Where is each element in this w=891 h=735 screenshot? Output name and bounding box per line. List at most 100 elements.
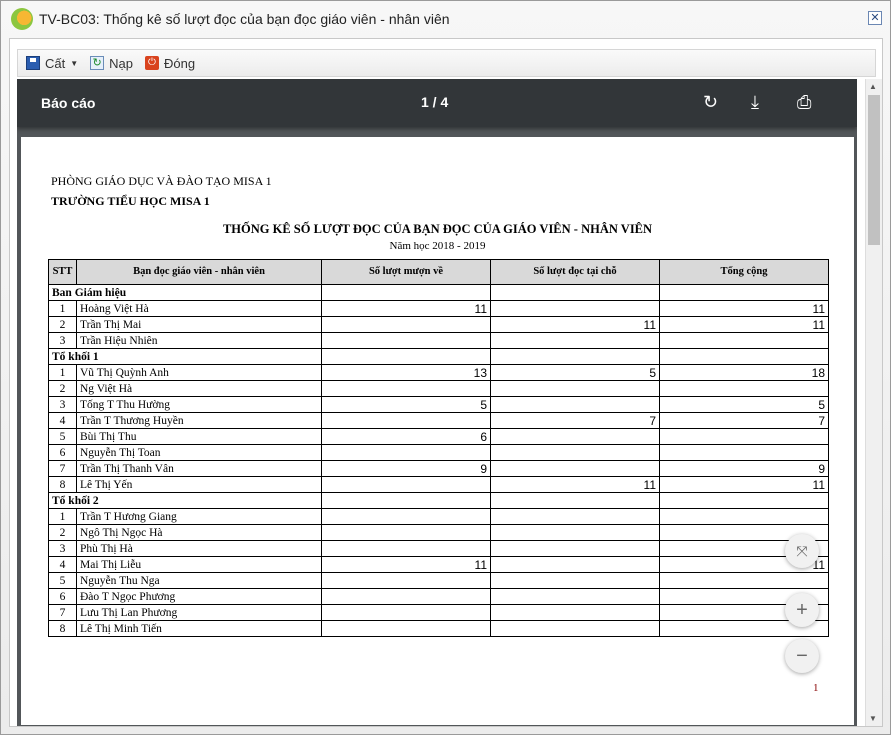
close-window-button[interactable]: ✕ bbox=[868, 11, 882, 25]
onsite-cell bbox=[490, 572, 660, 589]
stt-cell: 8 bbox=[48, 476, 77, 493]
reader-name-cell: Đào T Ngọc Phương bbox=[76, 588, 322, 605]
close-label: Đóng bbox=[164, 55, 196, 71]
fit-page-button[interactable]: ⤧ bbox=[785, 534, 819, 568]
stt-cell: 4 bbox=[48, 412, 77, 429]
scroll-down-icon[interactable]: ▼ bbox=[869, 714, 877, 723]
save-label: Cất bbox=[45, 55, 66, 71]
stt-cell: 5 bbox=[48, 428, 77, 445]
cell bbox=[321, 284, 491, 301]
total-cell: 5 bbox=[659, 396, 829, 413]
school-name: TRƯỜNG TIỂU HỌC MISA 1 bbox=[51, 194, 210, 208]
stt-cell: 6 bbox=[48, 588, 77, 605]
report-table: STT Bạn đọc giáo viên - nhân viên Số lượ… bbox=[48, 259, 829, 637]
borrowed-cell bbox=[321, 604, 491, 621]
stt-cell: 3 bbox=[48, 332, 77, 349]
stt-cell: 2 bbox=[48, 316, 77, 333]
borrowed-cell bbox=[321, 412, 491, 429]
scroll-thumb[interactable] bbox=[868, 95, 880, 245]
borrowed-cell: 11 bbox=[321, 300, 491, 317]
print-icon[interactable]: ⎙ bbox=[797, 92, 811, 113]
table-row: 2 Ng Việt Hà bbox=[48, 380, 829, 397]
vertical-scrollbar[interactable]: ▲ ▼ bbox=[865, 79, 882, 726]
reader-name-cell: Bùi Thị Thu bbox=[76, 428, 322, 445]
total-cell: 11 bbox=[659, 476, 829, 493]
group-name: Ban Giám hiệu bbox=[48, 284, 322, 301]
borrowed-cell: 11 bbox=[321, 556, 491, 573]
reload-label: Nạp bbox=[109, 55, 134, 71]
stt-cell: 3 bbox=[48, 396, 77, 413]
zoom-in-button[interactable]: + bbox=[785, 593, 819, 627]
onsite-cell bbox=[490, 620, 660, 637]
cell bbox=[490, 348, 660, 365]
report-title: THỐNG KÊ SỐ LƯỢT ĐỌC CỦA BẠN ĐỌC CỦA GIÁ… bbox=[222, 222, 653, 236]
table-row: 4 Mai Thị Liễu 11 11 bbox=[48, 556, 829, 573]
col-total: Tổng cộng bbox=[659, 259, 829, 285]
table-row: 2 Trần Thị Mai 11 11 bbox=[48, 316, 829, 333]
save-icon bbox=[26, 56, 40, 70]
group-name: Tổ khối 2 bbox=[48, 492, 322, 509]
table-row: 7 Lưu Thị Lan Phương bbox=[48, 604, 829, 621]
table-row: 8 Lê Thị Minh Tiến bbox=[48, 620, 829, 637]
onsite-cell bbox=[490, 508, 660, 525]
total-cell: 18 bbox=[659, 364, 829, 381]
reader-name-cell: Tống T Thu Hường bbox=[76, 396, 322, 413]
onsite-cell bbox=[490, 444, 660, 461]
total-cell bbox=[659, 508, 829, 525]
reader-name-cell: Trần T Thương Huyền bbox=[76, 412, 322, 429]
power-icon: ⏻ bbox=[145, 56, 160, 70]
reader-name-cell: Lê Thị Yến bbox=[76, 476, 322, 493]
cell bbox=[321, 492, 491, 509]
onsite-cell bbox=[490, 556, 660, 573]
table-row: 1 Trần T Hương Giang bbox=[48, 508, 829, 525]
stt-cell: 8 bbox=[48, 620, 77, 637]
reader-name-cell: Ngô Thị Ngọc Hà bbox=[76, 524, 322, 541]
borrowed-cell bbox=[321, 508, 491, 525]
table-row: 2 Ngô Thị Ngọc Hà bbox=[48, 524, 829, 541]
scroll-up-icon[interactable]: ▲ bbox=[869, 82, 877, 91]
viewer-header: Báo cáo 1 / 4 ↻ ⤓ ⎙ bbox=[17, 79, 857, 127]
reload-button[interactable]: ↻ Nạp bbox=[90, 56, 133, 71]
onsite-cell bbox=[490, 540, 660, 557]
rotate-icon[interactable]: ↻ bbox=[703, 92, 718, 113]
close-button[interactable]: ⏻ Đóng bbox=[145, 56, 195, 71]
page-number: 1 bbox=[813, 682, 819, 694]
zoom-out-button[interactable]: − bbox=[785, 639, 819, 673]
borrowed-cell bbox=[321, 380, 491, 397]
reader-name-cell: Trần Thị Thanh Vân bbox=[76, 460, 322, 477]
reader-name-cell: Trần Thị Mai bbox=[76, 316, 322, 333]
onsite-cell bbox=[490, 380, 660, 397]
report-window: TV-BC03: Thống kê số lượt đọc của bạn đọ… bbox=[0, 0, 891, 735]
table-row: 1 Hoàng Việt Hà 11 11 bbox=[48, 300, 829, 317]
borrowed-cell bbox=[321, 540, 491, 557]
total-cell bbox=[659, 380, 829, 397]
save-button[interactable]: Cất ▼ bbox=[26, 56, 78, 71]
onsite-cell bbox=[490, 396, 660, 413]
group-row: Tổ khối 2 bbox=[48, 492, 829, 509]
download-icon[interactable]: ⤓ bbox=[751, 92, 759, 113]
total-cell: 11 bbox=[659, 316, 829, 333]
stt-cell: 7 bbox=[48, 460, 77, 477]
borrowed-cell bbox=[321, 444, 491, 461]
table-row: 3 Tống T Thu Hường 5 5 bbox=[48, 396, 829, 413]
page-indicator: 1 / 4 bbox=[421, 94, 449, 110]
reader-name-cell: Trần T Hương Giang bbox=[76, 508, 322, 525]
stt-cell: 7 bbox=[48, 604, 77, 621]
reader-name-cell: Phù Thị Hà bbox=[76, 540, 322, 557]
group-name: Tổ khối 1 bbox=[48, 348, 322, 365]
window-title: TV-BC03: Thống kê số lượt đọc của bạn đọ… bbox=[39, 11, 450, 27]
col-onsite: Số lượt đọc tại chỗ bbox=[490, 259, 660, 285]
group-row: Tổ khối 1 bbox=[48, 348, 829, 365]
cell bbox=[659, 492, 829, 509]
pdf-viewer: PHÒNG GIÁO DỤC VÀ ĐÀO TẠO MISA 1 TRƯỜNG … bbox=[17, 79, 857, 726]
onsite-cell: 11 bbox=[490, 316, 660, 333]
stt-cell: 1 bbox=[48, 300, 77, 317]
borrowed-cell: 6 bbox=[321, 428, 491, 445]
onsite-cell bbox=[490, 604, 660, 621]
total-cell: 9 bbox=[659, 460, 829, 477]
org-name: PHÒNG GIÁO DỤC VÀ ĐÀO TẠO MISA 1 bbox=[51, 174, 272, 188]
onsite-cell: 11 bbox=[490, 476, 660, 493]
reader-name-cell: Nguyễn Thị Toan bbox=[76, 444, 322, 461]
title-bar: TV-BC03: Thống kê số lượt đọc của bạn đọ… bbox=[1, 1, 890, 37]
borrowed-cell: 5 bbox=[321, 396, 491, 413]
